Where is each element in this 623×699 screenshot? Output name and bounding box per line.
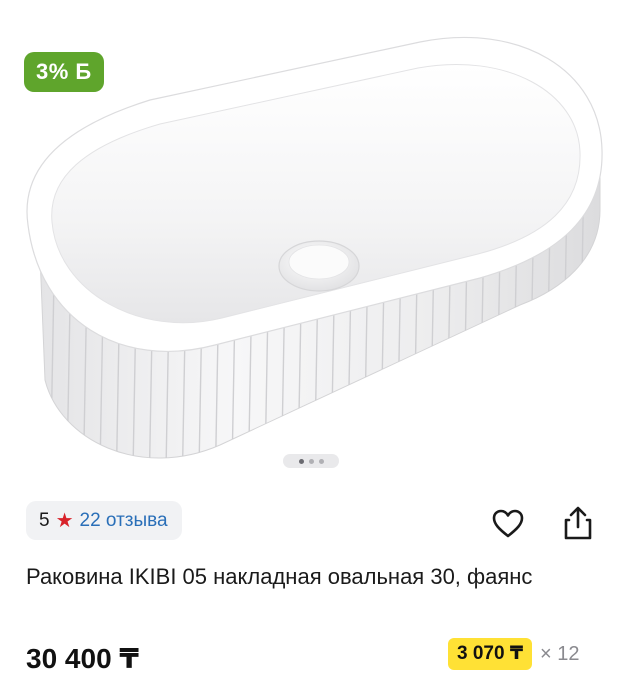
product-image-carousel[interactable]: 3% Б [0,0,623,490]
rating-score: 5 [39,510,50,531]
share-button[interactable] [558,503,598,543]
reviews-link[interactable]: 22 отзыва [80,501,168,540]
carousel-dot-2[interactable] [308,458,314,464]
share-icon [564,506,592,540]
carousel-dot-1[interactable] [298,458,304,464]
carousel-dot-3[interactable] [318,458,324,464]
installment-offer[interactable]: 3 070 ₸ × 12 [448,638,580,670]
carousel-indicator[interactable] [283,454,339,468]
installment-amount: 3 070 ₸ [448,638,533,670]
installment-multiplier: × 12 [540,642,580,665]
favorite-button[interactable] [488,504,528,544]
product-price: 30 400 ₸ [26,643,139,674]
star-icon: ★ [55,509,74,532]
product-title: Раковина IKIBI 05 накладная овальная 30,… [26,564,533,589]
rating-summary[interactable]: 5 ★ 22 отзыва [26,501,182,540]
cashback-label: 3% Б [36,59,92,84]
heart-outline-icon [492,509,524,538]
cashback-badge: 3% Б [24,52,104,92]
